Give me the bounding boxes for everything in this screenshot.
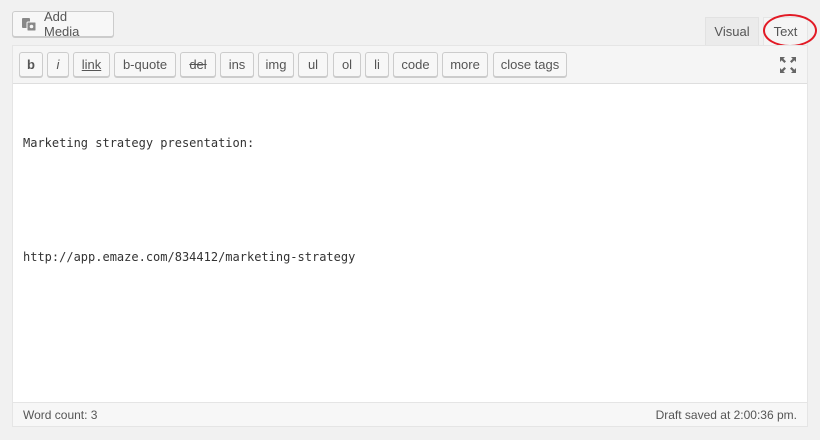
more-button[interactable]: more bbox=[442, 52, 488, 77]
link-button[interactable]: link bbox=[73, 52, 110, 77]
code-button[interactable]: code bbox=[393, 52, 438, 77]
add-media-button[interactable]: Add Media bbox=[12, 9, 114, 39]
ol-button[interactable]: ol bbox=[333, 52, 361, 77]
del-button[interactable]: del bbox=[180, 52, 216, 77]
quicktags-toolbar: b i link b-quote del ins img ul ol li co… bbox=[13, 46, 807, 84]
tab-visual[interactable]: Visual bbox=[705, 17, 759, 45]
editor-textarea[interactable]: Marketing strategy presentation: http://… bbox=[23, 96, 355, 305]
bold-button[interactable]: b bbox=[19, 52, 43, 77]
draft-saved-status: Draft saved at 2:00:36 pm. bbox=[655, 407, 797, 422]
editor-container: b i link b-quote del ins img ul ol li co… bbox=[12, 45, 808, 427]
ul-button[interactable]: ul bbox=[298, 52, 328, 77]
tab-text[interactable]: Text bbox=[763, 17, 808, 45]
add-media-icon bbox=[22, 18, 37, 32]
blockquote-button[interactable]: b-quote bbox=[114, 52, 176, 77]
ins-button[interactable]: ins bbox=[220, 52, 254, 77]
li-button[interactable]: li bbox=[365, 52, 389, 77]
content-line: Marketing strategy presentation: bbox=[23, 136, 255, 150]
fullscreen-icon[interactable] bbox=[779, 56, 797, 74]
status-bar: Word count: 3 Draft saved at 2:00:36 pm. bbox=[13, 402, 807, 426]
content-line-url: http://app.emaze.com/834412/marketing-st… bbox=[23, 250, 356, 264]
italic-button[interactable]: i bbox=[47, 52, 69, 77]
close-tags-button[interactable]: close tags bbox=[493, 52, 567, 77]
word-count: Word count: 3 bbox=[23, 407, 98, 422]
add-media-label: Add Media bbox=[44, 9, 80, 39]
content-line-blank bbox=[23, 191, 355, 210]
img-button[interactable]: img bbox=[258, 52, 294, 77]
